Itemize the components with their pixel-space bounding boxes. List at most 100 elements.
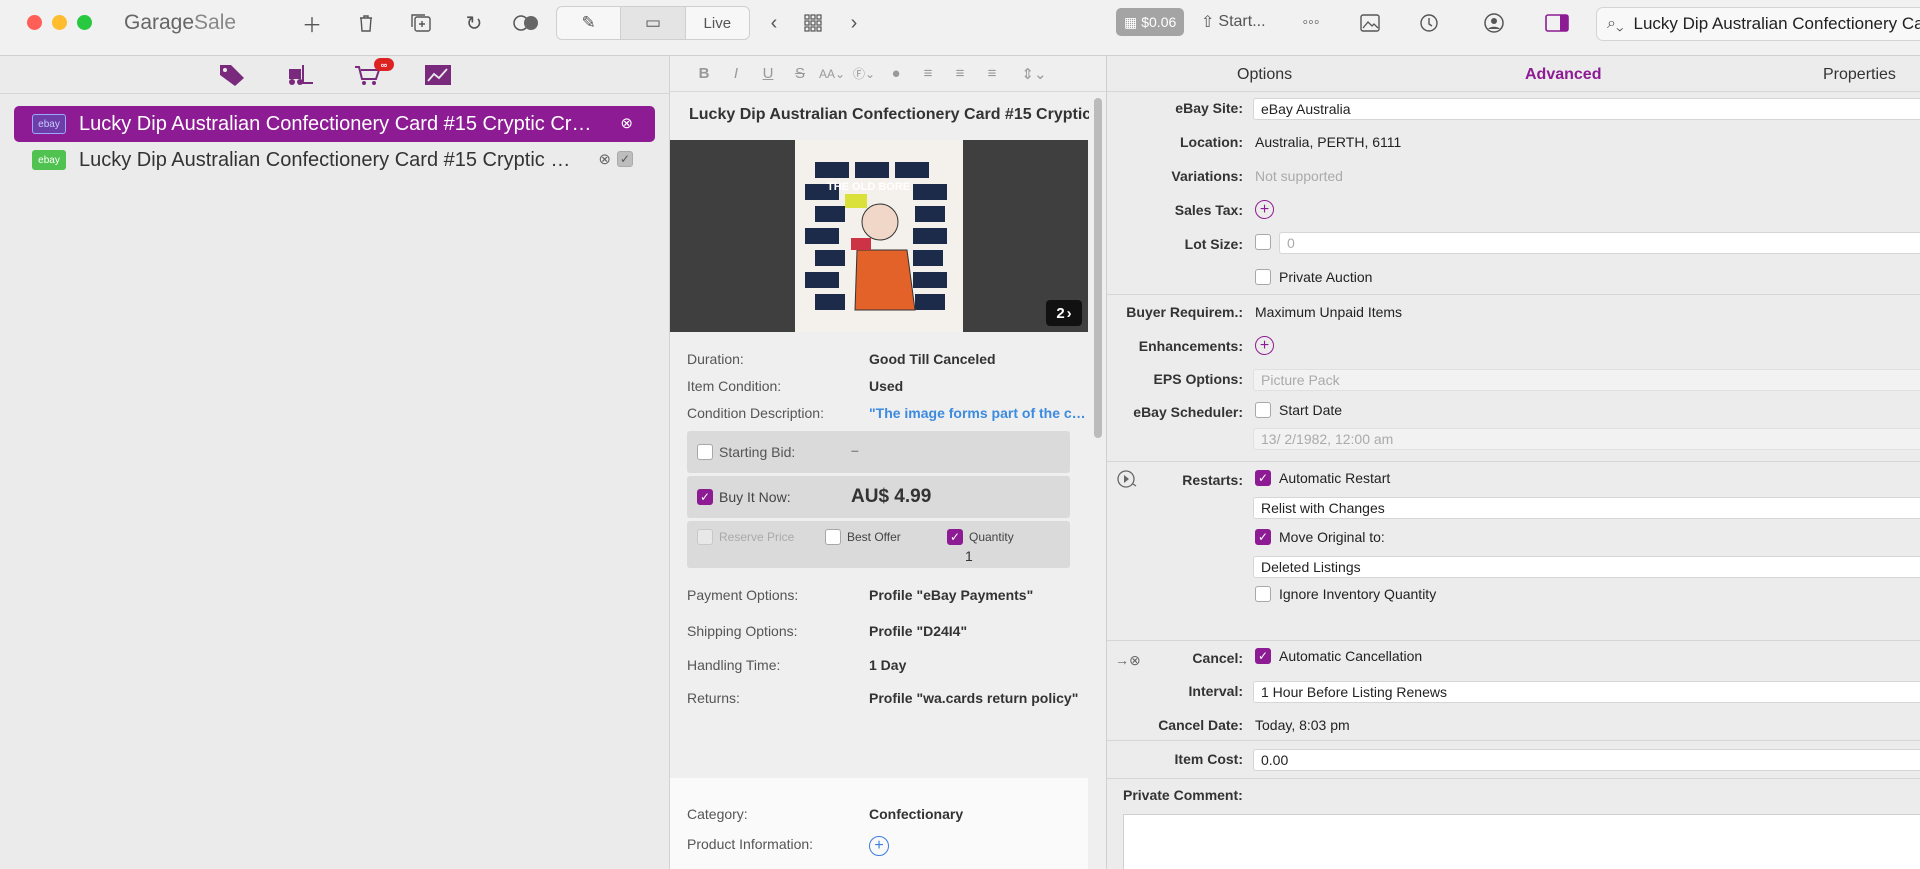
- product-info-label: Product Information:: [687, 836, 814, 852]
- ebay-site-select[interactable]: eBay Australia: [1253, 98, 1920, 120]
- font-icon[interactable]: Ⓕ⌄: [848, 65, 880, 82]
- stats-chart-icon[interactable]: [422, 62, 454, 88]
- align-left-icon[interactable]: ≡: [912, 65, 944, 82]
- option-value[interactable]: 1 Day: [869, 657, 1087, 673]
- listing-row[interactable]: ebay Lucky Dip Australian Confectionery …: [14, 142, 655, 178]
- bold-icon[interactable]: B: [688, 65, 720, 82]
- buy-it-now-checkbox[interactable]: ✓: [697, 489, 713, 505]
- duplicate-icon[interactable]: [408, 10, 434, 36]
- buy-it-now-price[interactable]: AU$ 4.99: [851, 486, 931, 508]
- auto-cancel-icon: ⊗: [620, 115, 633, 132]
- photo-viewer[interactable]: THE OLD BORE 2 ›: [670, 140, 1088, 332]
- listing-row[interactable]: ebay Lucky Dip Australian Confectionery …: [14, 106, 655, 142]
- refresh-icon[interactable]: ↻: [462, 10, 486, 36]
- eps-options-select[interactable]: Picture Pack: [1253, 369, 1920, 391]
- search-field[interactable]: ⌕⌄ Lucky Dip Australian Confectionery Ca…: [1596, 7, 1920, 41]
- search-value: Lucky Dip Australian Confectionery Card …: [1633, 14, 1920, 33]
- auto-cancel-checkbox[interactable]: ✓: [1255, 648, 1271, 664]
- minimize-window-button[interactable]: [52, 15, 67, 30]
- start-date-checkbox[interactable]: [1255, 402, 1271, 418]
- listing-fee-badge[interactable]: ▦ $0.06: [1116, 8, 1185, 36]
- move-destination-select[interactable]: Deleted Listings: [1253, 556, 1920, 578]
- quantity-label: Quantity: [969, 530, 1014, 544]
- divider: [1107, 461, 1920, 462]
- quantity-value[interactable]: 1: [965, 548, 973, 564]
- move-original-label: Move Original to:: [1279, 529, 1385, 545]
- detail-label: Condition Description:: [687, 405, 824, 421]
- option-value[interactable]: Profile "wa.cards return policy": [869, 690, 1087, 706]
- private-comment-textarea[interactable]: [1123, 814, 1920, 869]
- start-button[interactable]: ⇧ Start...: [1195, 8, 1272, 36]
- more-icon[interactable]: ◦◦◦: [1298, 10, 1324, 36]
- auto-restart-control: ✓ Automatic Restart: [1255, 470, 1390, 486]
- condition-description-link[interactable]: "The image forms part of the card": [869, 405, 1087, 421]
- photo-icon[interactable]: [1358, 10, 1382, 36]
- align-right-icon[interactable]: ≡: [976, 65, 1008, 82]
- location-value[interactable]: Australia, PERTH, 6111: [1255, 134, 1401, 150]
- option-row: Shipping Options: Profile "D24I4": [687, 623, 1087, 639]
- private-auction-label: Private Auction: [1279, 269, 1373, 285]
- lot-size-checkbox[interactable]: [1255, 234, 1271, 250]
- lot-size-control: [1255, 234, 1271, 250]
- option-label: Payment Options:: [687, 587, 799, 603]
- strikethrough-icon[interactable]: S: [784, 65, 816, 82]
- reserve-price-checkbox[interactable]: [697, 529, 713, 545]
- buyer-requirements-value[interactable]: Maximum Unpaid Items: [1255, 304, 1402, 320]
- best-offer-checkbox[interactable]: [825, 529, 841, 545]
- line-height-icon[interactable]: ⇕⌄: [1018, 65, 1050, 83]
- add-product-info-icon[interactable]: +: [869, 836, 889, 856]
- sidebar-toggle-icon[interactable]: [1544, 10, 1570, 36]
- color-drop-icon[interactable]: ●: [880, 65, 912, 82]
- tab-properties[interactable]: Properties: [1823, 66, 1896, 84]
- tab-options[interactable]: Options: [1237, 66, 1292, 84]
- zoom-window-button[interactable]: [77, 15, 92, 30]
- buy-it-now-panel: ✓ Buy It Now: AU$ 4.99: [687, 476, 1070, 518]
- interval-select[interactable]: 1 Hour Before Listing Renews: [1253, 681, 1920, 703]
- ignore-inventory-checkbox[interactable]: [1255, 586, 1271, 602]
- layout-mode-button[interactable]: ▭: [621, 7, 686, 39]
- grid-icon[interactable]: [802, 10, 824, 36]
- option-value[interactable]: Profile "D24I4": [869, 623, 1087, 639]
- item-cost-value: 0.00: [1261, 752, 1289, 768]
- chevron-left-icon[interactable]: ‹: [764, 10, 784, 36]
- starting-bid-checkbox[interactable]: [697, 444, 713, 460]
- text-size-icon[interactable]: AA⌄: [816, 67, 848, 81]
- start-date-field[interactable]: 13/ 2/1982, 12:00 am: [1253, 428, 1920, 450]
- tab-advanced[interactable]: Advanced: [1525, 66, 1601, 84]
- chevron-right-icon: ›: [1066, 304, 1072, 322]
- trash-icon[interactable]: [354, 10, 378, 36]
- add-icon[interactable]: ＋: [300, 10, 324, 37]
- close-window-button[interactable]: [27, 15, 42, 30]
- italic-icon[interactable]: I: [720, 65, 752, 82]
- chevron-right-icon[interactable]: ›: [844, 10, 864, 36]
- auto-restart-checkbox[interactable]: ✓: [1255, 470, 1271, 486]
- tag-icon[interactable]: [216, 62, 248, 88]
- toggle-icon[interactable]: [512, 10, 540, 36]
- quantity-checkbox[interactable]: ✓: [947, 529, 963, 545]
- align-center-icon[interactable]: ≡: [944, 65, 976, 82]
- private-auction-checkbox[interactable]: [1255, 269, 1271, 285]
- category-row: Category: Confectionary: [687, 806, 1087, 822]
- ignore-inventory-label: Ignore Inventory Quantity: [1279, 586, 1437, 602]
- listings-sidebar: ∞ ebay Lucky Dip Australian Confectioner…: [0, 56, 670, 869]
- lot-size-field[interactable]: 0: [1279, 232, 1920, 254]
- lot-size-label: Lot Size:: [1184, 236, 1243, 252]
- add-sales-tax-icon[interactable]: +: [1255, 200, 1274, 219]
- category-value[interactable]: Confectionary: [869, 806, 1087, 822]
- account-icon[interactable]: [1482, 10, 1506, 36]
- auto-cancel-control: ✓ Automatic Cancellation: [1255, 648, 1422, 664]
- item-cost-field[interactable]: 0.00: [1253, 749, 1920, 771]
- photo-count-badge[interactable]: 2 ›: [1046, 300, 1082, 326]
- variations-value: Not supported: [1255, 168, 1343, 184]
- forklift-icon[interactable]: [284, 62, 316, 88]
- option-value[interactable]: Profile "eBay Payments": [869, 587, 1087, 603]
- relist-mode-select[interactable]: Relist with Changes: [1253, 497, 1920, 519]
- add-enhancement-icon[interactable]: +: [1255, 336, 1274, 355]
- edit-mode-button[interactable]: ✎: [557, 7, 622, 39]
- live-mode-button[interactable]: Live: [686, 7, 749, 39]
- move-original-checkbox[interactable]: ✓: [1255, 529, 1271, 545]
- product-photo: THE OLD BORE: [795, 140, 963, 332]
- alert-icon[interactable]: [1418, 10, 1442, 36]
- scrollbar[interactable]: [1094, 98, 1102, 438]
- underline-icon[interactable]: U: [752, 65, 784, 82]
